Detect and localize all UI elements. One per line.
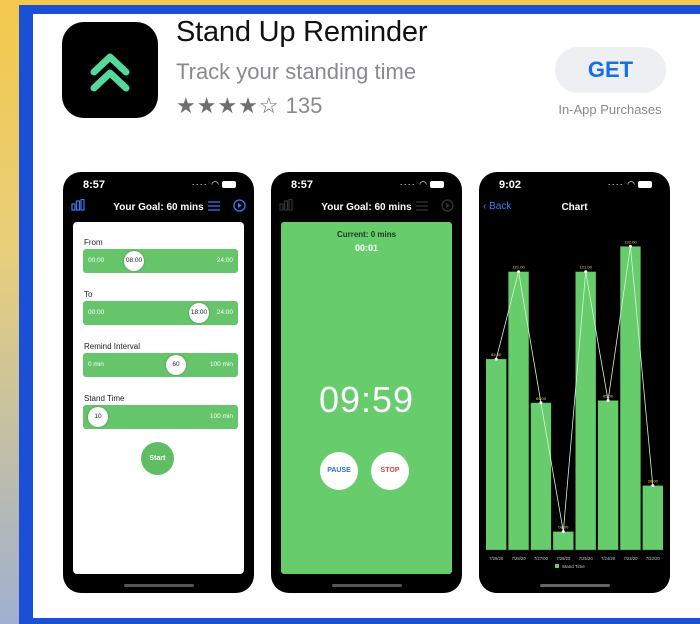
slider-knob[interactable]: 10 <box>88 407 108 427</box>
play-circle-icon <box>441 199 454 212</box>
rating: ★★★★☆ 135 <box>176 93 322 119</box>
current-minutes: Current: 0 mins <box>336 230 397 239</box>
series-point <box>606 399 610 402</box>
status-bar: 8:57 ···· ◠ <box>271 172 462 194</box>
data-label: 132.00 <box>624 239 637 244</box>
stand-time-label: Stand Time <box>84 394 125 403</box>
x-tick-label: 7/23/20 <box>623 556 638 561</box>
series-point <box>561 530 565 534</box>
timer-panel: Current: 0 mins 00:01 09:59 PAUSE STOP <box>281 222 452 574</box>
to-slider[interactable]: 00:00 18:00 24:00 <box>83 301 238 325</box>
x-tick-label: 7/24/20 <box>601 556 616 561</box>
nav-bar: Your Goal: 60 mins <box>271 194 462 220</box>
status-bar: 9:02 ···· ◠ <box>479 172 670 194</box>
series-point <box>494 357 498 361</box>
play-circle-icon[interactable] <box>233 199 246 212</box>
app-title: Stand Up Reminder <box>176 16 428 48</box>
to-label: To <box>84 290 93 299</box>
stand-time-bar-chart: 83.007/29/20121.007/28/2064.007/27/0008.… <box>485 239 664 569</box>
settings-panel: From 00:00 08:00 24:00 To 00:00 18:00 24… <box>73 222 244 574</box>
from-label: From <box>84 238 103 247</box>
nav-title: Your Goal: 60 mins <box>321 202 412 213</box>
chart-bar <box>553 531 574 550</box>
chart-panel: 83.00 7/29/20 121.00 7/28/20 64.00 7/27/00 08.… <box>479 220 670 593</box>
chart-bar <box>486 359 507 550</box>
screenshot-settings[interactable]: 8:57 ···· ◠ Your Goal: 60 mins From 00:0… <box>63 172 254 593</box>
x-tick-label: 7/25/20 <box>579 556 594 561</box>
chart-bar <box>530 402 552 550</box>
in-app-purchases-label: In-App Purchases <box>558 102 662 117</box>
rating-count: 135 <box>285 93 323 118</box>
double-chevron-up-icon <box>90 53 130 92</box>
signal-wifi-battery-icon: ···· ◠ <box>608 179 652 190</box>
slider-max: 24:00 <box>216 257 233 264</box>
home-indicator <box>539 584 610 587</box>
slider-max: 24:00 <box>216 309 233 316</box>
star-rating-icon: ★★★★☆ <box>176 93 280 118</box>
screenshot-chart[interactable]: 9:02 ···· ◠ ‹ Back Chart 83.00 7/29/20 121… <box>479 172 670 593</box>
app-subtitle: Track your standing time <box>176 59 417 84</box>
slider-min: 00:00 <box>88 257 105 264</box>
series-point <box>651 484 655 488</box>
status-bar: 8:57 ···· ◠ <box>63 172 254 194</box>
chart-bar <box>642 485 663 550</box>
home-indicator <box>331 584 402 587</box>
status-time: 8:57 <box>83 179 106 191</box>
slider-knob[interactable]: 08:00 <box>124 251 144 271</box>
nav-bar: ‹ Back Chart <box>479 194 670 220</box>
from-slider[interactable]: 00:00 08:00 24:00 <box>83 249 238 273</box>
home-indicator <box>123 584 194 587</box>
stand-time-slider[interactable]: 10 100 min <box>83 405 238 429</box>
series-point <box>628 244 632 248</box>
remind-interval-slider[interactable]: 0 min 60 100 min <box>83 353 238 377</box>
chart-bar <box>620 246 641 550</box>
start-button[interactable]: Start <box>141 442 174 475</box>
nav-bar: Your Goal: 60 mins <box>63 194 254 220</box>
data-label: 28.00 <box>648 479 659 484</box>
data-label: 121.00 <box>512 265 525 270</box>
chart-bar <box>597 400 619 550</box>
slider-min: 00:00 <box>88 309 105 316</box>
elapsed-time: 00:01 <box>354 243 379 253</box>
legend-label: Stand Time <box>562 564 585 569</box>
data-label: 64.00 <box>536 396 547 401</box>
x-tick-label: 7/27/00 <box>534 556 549 561</box>
series-point <box>517 270 521 274</box>
nav-title: Your Goal: 60 mins <box>113 202 204 213</box>
x-tick-label: 7/29/20 <box>489 556 504 561</box>
nav-title: Chart <box>561 202 588 213</box>
app-icon[interactable] <box>62 22 158 118</box>
list-icon <box>416 201 428 211</box>
stop-button[interactable]: STOP <box>371 452 409 490</box>
screenshot-timer[interactable]: 8:57 ···· ◠ Your Goal: 60 mins Current: … <box>271 172 462 593</box>
data-label: 121.00 <box>580 265 593 270</box>
slider-min: 0 min <box>88 361 104 368</box>
pause-button[interactable]: PAUSE <box>320 452 358 490</box>
signal-wifi-battery-icon: ···· ◠ <box>400 179 444 190</box>
legend-swatch <box>555 564 559 568</box>
status-time: 8:57 <box>291 179 314 191</box>
x-tick-label: 7/28/20 <box>512 556 527 561</box>
get-button[interactable]: GET <box>555 47 666 93</box>
list-icon[interactable] <box>208 201 220 211</box>
x-tick-label: 7/26/20 <box>556 556 571 561</box>
remind-interval-label: Remind Interval <box>84 342 141 351</box>
status-time: 9:02 <box>499 179 522 191</box>
slider-max: 100 min <box>209 361 233 368</box>
series-point <box>539 401 543 405</box>
series-point <box>584 270 588 274</box>
slider-knob[interactable]: 60 <box>166 355 186 375</box>
countdown-display: 09:59 <box>318 379 415 420</box>
x-tick-label: 7/22/20 <box>646 556 661 561</box>
signal-wifi-battery-icon: ···· ◠ <box>192 179 236 190</box>
slider-knob[interactable]: 18:00 <box>189 303 209 323</box>
slider-max: 100 min <box>209 413 233 420</box>
